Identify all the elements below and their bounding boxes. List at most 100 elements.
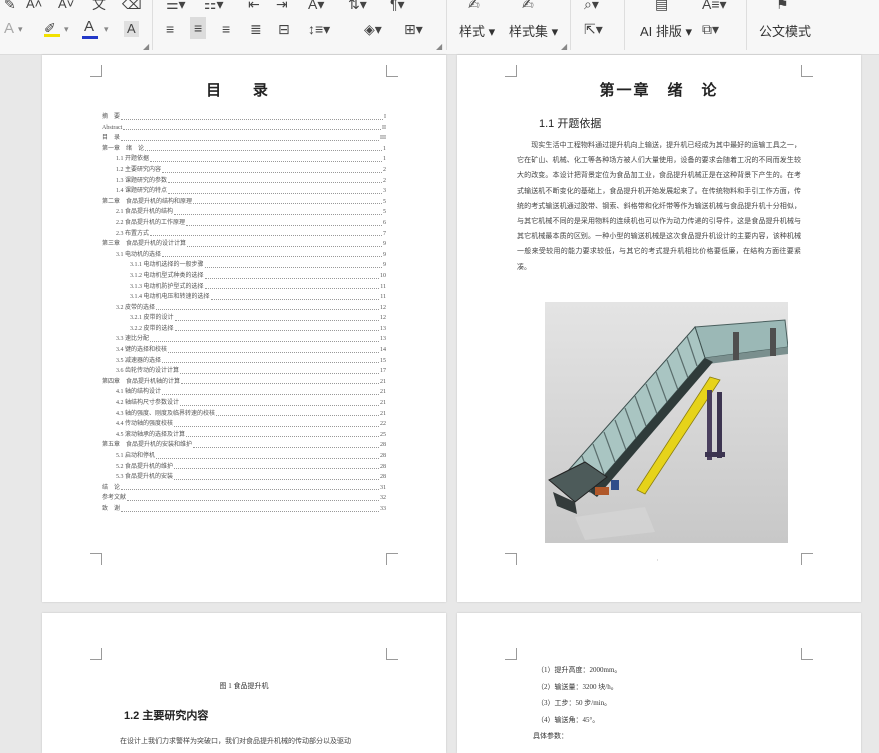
toc-entry[interactable]: 3.2 皮带的选择 12: [102, 302, 386, 314]
highlight-icon[interactable]: ✐: [44, 20, 60, 37]
toc-entry[interactable]: 第三章 食品提升机的设计计算 9: [102, 239, 386, 250]
number-list-icon[interactable]: ☷▾: [204, 0, 224, 12]
toc-entry[interactable]: 3.1.2 电动机型式种类的选择 10: [102, 270, 386, 282]
toc-entry-page: 33: [379, 503, 386, 515]
toc-entry[interactable]: 参考文献 32: [102, 493, 386, 504]
grow-font-icon[interactable]: A˄: [26, 0, 42, 12]
ai-layout-button[interactable]: AI 排版 ▾: [640, 21, 692, 40]
toc-entry[interactable]: 3.6 齿轮传动的设计计算 17: [102, 366, 386, 377]
doc-mode-button[interactable]: 公文模式: [759, 21, 811, 40]
toc-entry[interactable]: 3.1.3 电动机防护型式的选择 11: [102, 281, 386, 293]
chinese-layout-icon[interactable]: A▾: [308, 0, 324, 12]
select-icon[interactable]: ⇱▾: [584, 21, 603, 37]
toc-entry-page: 2: [382, 175, 386, 187]
arrange-icon[interactable]: ⧉▾: [702, 21, 719, 37]
toc-entry[interactable]: 5.3 食品提升机的安装 28: [102, 472, 386, 483]
toc-entry[interactable]: 3.4 键的选择和校核 14: [102, 345, 386, 356]
toc-entry[interactable]: 目 录 III: [102, 133, 386, 144]
parameter-item: 具体参数：: [533, 732, 568, 740]
style-button[interactable]: 样式 ▾: [459, 21, 495, 40]
toc-entry[interactable]: 2.3 布置方式 7: [102, 228, 386, 240]
highlight-dropdown-icon[interactable]: ▾: [64, 21, 69, 37]
doc-mode-icon[interactable]: ⚑: [776, 0, 789, 12]
parameter-item: （3）工步：50 步/min。: [537, 699, 612, 707]
style-set-button[interactable]: 样式集 ▾: [509, 21, 558, 40]
toc-entry[interactable]: 第二章 食品提升机的结构和原理 5: [102, 196, 386, 208]
toc-entry-page: 10: [379, 270, 386, 282]
toc-entry[interactable]: 3.1 电动机的选择 9: [102, 249, 386, 261]
toc-leader: [187, 239, 382, 247]
style-set-icon[interactable]: ✍: [522, 0, 534, 12]
text-effect-icon[interactable]: A: [4, 21, 14, 37]
toc-entry-title: 3.1.1 电动机选择的一般步骤: [130, 260, 205, 271]
toc-entry-title: 结 论: [102, 482, 122, 494]
toc-entry[interactable]: Abstract II: [102, 122, 386, 134]
toc-entry-page: 32: [379, 493, 386, 504]
sort-icon[interactable]: ⇅▾: [348, 0, 367, 12]
text-effect-dropdown-icon[interactable]: ▾: [18, 21, 23, 37]
font-color-dropdown-icon[interactable]: ▾: [104, 21, 109, 37]
increase-indent-icon[interactable]: ⇥: [276, 0, 288, 12]
toc-entry[interactable]: 4.5 滚动轴承的选择及计算 25: [102, 429, 386, 441]
eraser-icon[interactable]: ⌫: [122, 0, 142, 12]
bullet-list-icon[interactable]: ☰▾: [166, 0, 186, 12]
decrease-indent-icon[interactable]: ⇤: [248, 0, 260, 12]
toc-entry[interactable]: 3.1.4 电动机电压和转速的选择 11: [102, 292, 386, 303]
toc-entry[interactable]: 结 论 31: [102, 482, 386, 494]
toc-entry[interactable]: 2.1 食品提升机的结构 5: [102, 207, 386, 218]
toc-entry[interactable]: 4.3 轴的强度、刚度及临界转速的校核 21: [102, 408, 386, 420]
distribute-icon[interactable]: ⊟: [278, 21, 290, 37]
toc-entry[interactable]: 2.2 食品提升机的工作原理 6: [102, 217, 386, 229]
paragraph-dialog-launcher-icon[interactable]: ◢: [436, 42, 442, 51]
toc-entry[interactable]: 3.2.1 皮带的设计 12: [102, 313, 386, 324]
align-right-icon[interactable]: ≡: [222, 21, 230, 37]
toc-entry[interactable]: 3.2.2 皮带的选择 13: [102, 323, 386, 335]
toc-entry[interactable]: 1.4 课题研究的特点 3: [102, 186, 386, 197]
align-center-icon[interactable]: ≡: [190, 17, 207, 39]
toc-leader: [156, 451, 379, 459]
toc-entry[interactable]: 第五章 食品提升机的安装和维护 28: [102, 440, 386, 451]
toc-entry[interactable]: 4.4 传动轴的强度校核 22: [102, 419, 386, 430]
ai-layout-icon[interactable]: ▤: [655, 0, 668, 12]
toc-entry[interactable]: 4.1 轴的结构设计 21: [102, 387, 386, 399]
style-dialog-launcher-icon[interactable]: ◢: [561, 42, 567, 51]
borders-icon[interactable]: ⊞▾: [404, 21, 423, 37]
font-color-icon[interactable]: A: [84, 19, 94, 35]
shading-icon[interactable]: ◈▾: [364, 21, 382, 37]
text-direction-icon[interactable]: A≡▾: [702, 0, 727, 12]
ribbon-separator: [746, 0, 747, 50]
line-spacing-icon[interactable]: ↕≡▾: [308, 21, 330, 37]
toc-entry-title: 4.3 轴的强度、刚度及临界转速的校核: [116, 408, 217, 420]
page-number-mark: ': [657, 560, 658, 565]
char-shading-icon[interactable]: A: [124, 21, 139, 37]
font-dialog-launcher-icon[interactable]: ◢: [143, 42, 149, 51]
toc-entry[interactable]: 1.2 主要研究内容 2: [102, 164, 386, 176]
toc-entry-page: 11: [379, 292, 386, 303]
justify-icon[interactable]: ≣: [250, 21, 262, 37]
toc-entry[interactable]: 3.5 减速器的选择 15: [102, 355, 386, 367]
toc-entry[interactable]: 致 谢 33: [102, 503, 386, 515]
toc-entry-page: 22: [379, 419, 386, 430]
toc-entry[interactable]: 1.1 开题依据 1: [102, 154, 386, 165]
style-icon[interactable]: ✍: [468, 0, 480, 12]
toc-entry-page: 21: [379, 387, 386, 399]
clear-format-icon[interactable]: ✎: [4, 0, 16, 12]
toc-entry[interactable]: 1.3 课题研究的参数 2: [102, 175, 386, 187]
toc-entry[interactable]: 第一章 绪 论 1: [102, 143, 386, 155]
toc-entry[interactable]: 摘 要I: [102, 112, 386, 123]
section-title: 1.1 开题依据: [539, 118, 602, 130]
shrink-font-icon[interactable]: A˅: [58, 0, 74, 12]
toc-leader: [193, 440, 379, 448]
toc-entry[interactable]: 3.1.1 电动机选择的一般步骤 9: [102, 260, 386, 271]
toc-entry[interactable]: 5.1 启动和停机 28: [102, 451, 386, 462]
show-marks-icon[interactable]: ¶▾: [390, 0, 405, 12]
phonetic-icon[interactable]: 文: [92, 0, 106, 12]
find-icon[interactable]: ⌕▾: [584, 0, 599, 12]
figure-food-elevator-image[interactable]: [545, 302, 789, 543]
toc-leader: [174, 462, 379, 470]
align-left-icon[interactable]: ≡: [166, 21, 174, 37]
toc-entry[interactable]: 第四章 食品提升机轴的计算 21: [102, 376, 386, 388]
toc-entry[interactable]: 5.2 食品提升机的维护 28: [102, 461, 386, 473]
toc-entry[interactable]: 4.2 轴结构尺寸参数设计 21: [102, 398, 386, 409]
toc-entry[interactable]: 3.3 速比分配 13: [102, 334, 386, 346]
